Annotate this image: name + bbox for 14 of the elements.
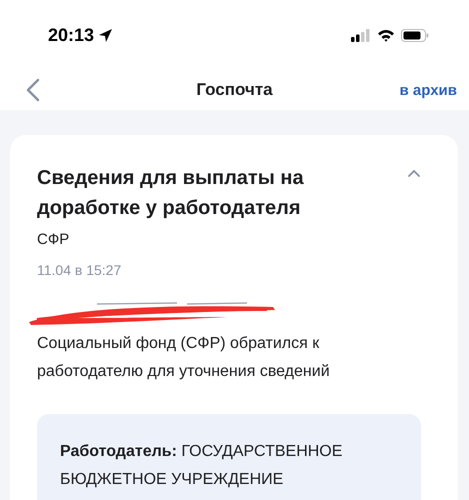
message-date: 11.04 в 15:27: [37, 262, 122, 278]
message-title: Сведения для выплаты на доработке у работодателя: [37, 166, 305, 221]
archive-link[interactable]: в архив: [400, 82, 457, 98]
screen-title: Госпочта: [196, 80, 273, 100]
back-icon[interactable]: [26, 78, 40, 102]
sender-name: СФР: [37, 231, 70, 248]
wifi-icon: [377, 28, 395, 42]
signal-icon: [351, 28, 371, 42]
battery-icon: [401, 28, 429, 42]
clock-time: 20:13: [48, 24, 94, 46]
location-arrow-icon: [98, 28, 114, 42]
message-text: Социальный фонд (СФР) обратился к работодателю для уточнения сведений: [37, 334, 331, 382]
employer-text: Работодатель: ГОСУДАРСТВЕННОЕ БЮДЖЕТНОЕ УЧРЕЖДЕНИЕ: [60, 442, 344, 490]
chevron-up-icon[interactable]: [407, 169, 421, 178]
